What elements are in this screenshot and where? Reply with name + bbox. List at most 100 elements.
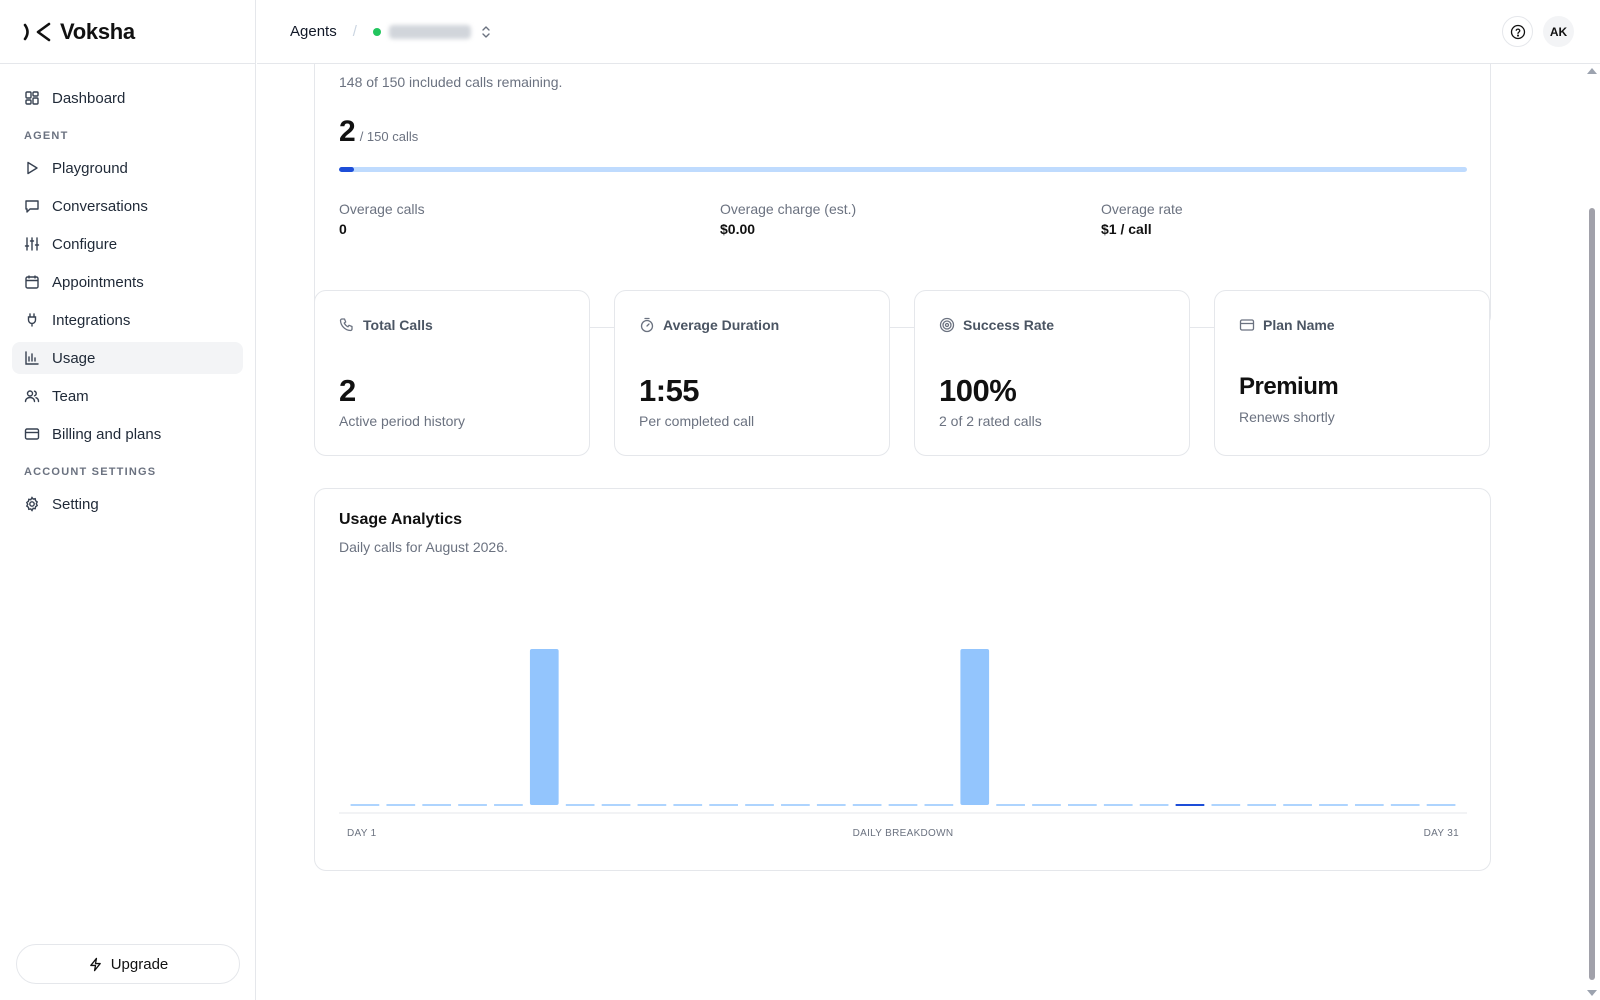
scroll-up-arrow-icon[interactable]	[1587, 68, 1597, 74]
chart-bar-day-6[interactable]	[529, 649, 559, 805]
sidebar-item-label: Team	[52, 387, 89, 405]
stat-header: Plan Name	[1239, 317, 1335, 333]
sidebar-item-conversations[interactable]: Conversations	[12, 190, 243, 222]
sidebar-item-appointments[interactable]: Appointments	[12, 266, 243, 298]
dashboard-icon	[25, 91, 39, 105]
vertical-scrollbar[interactable]	[1583, 64, 1600, 1000]
stat-value: 1:55	[639, 373, 700, 408]
users-icon	[24, 390, 40, 403]
phone-icon	[339, 318, 353, 332]
sidebar-item-playground[interactable]: Playground	[12, 152, 243, 184]
plug-icon	[27, 313, 37, 327]
usage-progress-bar	[339, 167, 1467, 172]
bar-chart-icon	[25, 351, 39, 365]
stat-card-success-rate: Success Rate 100% 2 of 2 rated calls	[914, 290, 1190, 456]
sidebar-item-dashboard[interactable]: Dashboard	[12, 82, 243, 114]
stat-value: Premium	[1239, 373, 1339, 400]
brand: Voksha	[0, 0, 255, 64]
agent-status-dot	[372, 27, 381, 36]
stopwatch-icon	[640, 317, 654, 333]
stat-label: Success Rate	[963, 317, 1055, 333]
sidebar-item-label: Appointments	[52, 273, 144, 291]
sliders-icon	[24, 237, 40, 251]
chevron-up-down-icon	[482, 25, 490, 38]
overage-rate: Overage rate $1 / call	[1101, 201, 1183, 237]
stat-label: Average Duration	[663, 317, 780, 333]
sidebar-item-label: Usage	[52, 349, 96, 367]
usage-analytics-card: Usage Analytics Daily calls for August 2…	[314, 488, 1491, 871]
overage-charge-value: $0.00	[720, 221, 756, 237]
stat-label: Total Calls	[363, 317, 433, 333]
sidebar-item-setting[interactable]: Setting	[12, 488, 243, 520]
sidebar-item-label: Conversations	[52, 197, 148, 215]
avatar[interactable]: AK	[1543, 16, 1574, 47]
calls-remaining-text: 148 of 150 included calls remaining.	[339, 74, 563, 90]
brand-name: Voksha	[60, 18, 135, 44]
sidebar-item-label: Configure	[52, 235, 118, 253]
sidebar-nav: Dashboard AGENT Playground Conversations…	[0, 64, 255, 520]
sidebar: Voksha Dashboard AGENT Playground Conver…	[0, 0, 256, 1000]
header-actions: AK	[1502, 16, 1574, 47]
calls-used: 2 / 150 calls	[339, 115, 418, 149]
credit-card-icon	[1239, 319, 1255, 331]
overage-rate-label: Overage rate	[1101, 201, 1183, 217]
target-icon	[939, 317, 955, 333]
overage-rate-value: $1 / call	[1101, 221, 1152, 237]
agent-name-redacted	[388, 24, 471, 39]
overage-calls-value: 0	[339, 221, 347, 237]
sidebar-item-label: Playground	[52, 159, 128, 177]
analytics-title: Usage Analytics	[339, 511, 463, 528]
sidebar-item-label: Integrations	[52, 311, 131, 329]
sidebar-item-integrations[interactable]: Integrations	[12, 304, 243, 336]
section-agent-heading: AGENT	[24, 130, 69, 142]
section-account-heading: ACCOUNT SETTINGS	[24, 466, 157, 478]
agent-selector[interactable]	[372, 24, 493, 39]
stat-header: Average Duration	[639, 317, 779, 333]
sidebar-item-label: Setting	[52, 495, 99, 513]
stat-card-average-duration: Average Duration 1:55 Per completed call	[614, 290, 890, 456]
upgrade-label: Upgrade	[110, 955, 169, 973]
chart-bar-day-18[interactable]	[960, 649, 990, 805]
calls-used-suffix: / 150 calls	[359, 129, 419, 144]
stat-value: 2	[339, 373, 356, 408]
stat-label: Plan Name	[1263, 317, 1335, 333]
stat-subtext: 2 of 2 rated calls	[939, 413, 1042, 429]
chat-bubble-icon	[25, 200, 39, 213]
help-circle-icon	[1510, 24, 1525, 39]
top-header: Agents / AK	[257, 0, 1600, 64]
sidebar-item-label: Billing and plans	[52, 425, 162, 443]
sidebar-item-usage[interactable]: Usage	[12, 342, 243, 374]
stat-header: Success Rate	[939, 317, 1054, 333]
scroll-down-arrow-icon[interactable]	[1587, 990, 1597, 996]
usage-progress-fill	[339, 167, 354, 172]
sidebar-item-label: Dashboard	[52, 89, 126, 107]
stat-card-plan-name: Plan Name Premium Renews shortly	[1214, 290, 1490, 456]
x-axis-title: DAILY BREAKDOWN	[853, 828, 954, 839]
breadcrumb-separator: /	[352, 23, 357, 40]
stat-subtext: Per completed call	[639, 413, 755, 429]
x-axis-end-label: DAY 31	[1424, 828, 1459, 839]
stat-subtext: Active period history	[339, 413, 466, 429]
help-button[interactable]	[1502, 16, 1533, 47]
analytics-subtitle: Daily calls for August 2026.	[339, 539, 508, 555]
overage-charge: Overage charge (est.) $0.00	[720, 201, 856, 237]
breadcrumb-agents[interactable]: Agents	[290, 23, 337, 40]
daily-calls-chart: DAY 1 DAILY BREAKDOWN DAY 31	[339, 649, 1467, 839]
overage-calls: Overage calls 0	[339, 201, 425, 237]
stat-card-total-calls: Total Calls 2 Active period history	[314, 290, 590, 456]
sidebar-item-configure[interactable]: Configure	[12, 228, 243, 260]
play-icon	[27, 161, 38, 175]
main-content: 148 of 150 included calls remaining. 2 /…	[257, 64, 1583, 1000]
stat-value: 100%	[939, 373, 1017, 408]
usage-summary-card: 148 of 150 included calls remaining. 2 /…	[314, 64, 1491, 328]
overage-calls-label: Overage calls	[339, 201, 425, 217]
lightning-icon	[89, 957, 101, 971]
sidebar-item-billing[interactable]: Billing and plans	[12, 418, 243, 450]
x-axis-start-label: DAY 1	[347, 828, 377, 839]
upgrade-button[interactable]: Upgrade	[16, 944, 240, 984]
overage-charge-label: Overage charge (est.)	[720, 201, 857, 217]
stat-subtext: Renews shortly	[1239, 409, 1335, 425]
sidebar-item-team[interactable]: Team	[12, 380, 243, 412]
calls-used-value: 2	[339, 115, 356, 148]
scroll-thumb[interactable]	[1589, 208, 1595, 980]
